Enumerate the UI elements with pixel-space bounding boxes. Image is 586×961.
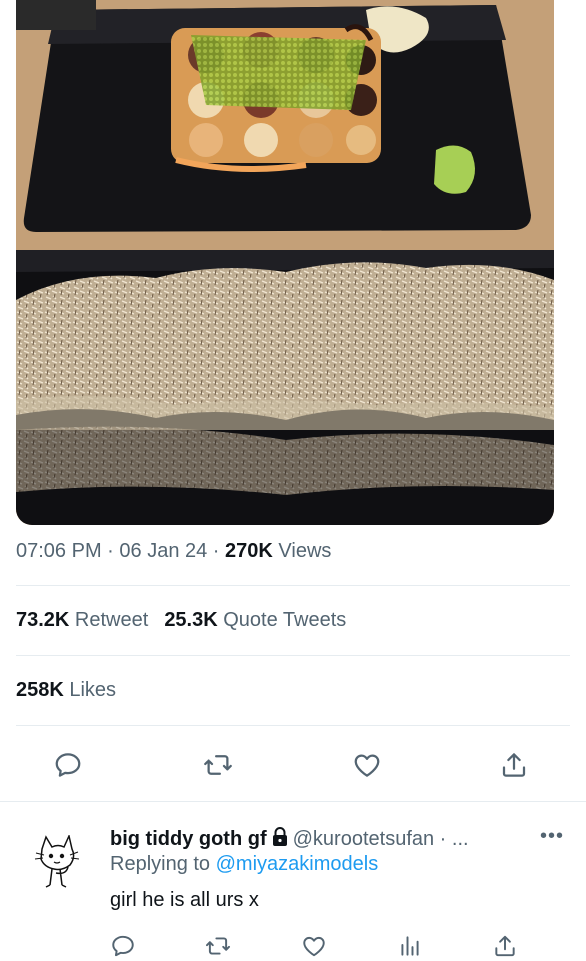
reply-action-bar — [0, 931, 586, 961]
reply-icon — [112, 935, 134, 957]
retweets-label: Retweet — [69, 609, 149, 631]
meta-separator: · — [207, 540, 226, 562]
handle-suffix: · ... — [434, 828, 469, 850]
reply-text: girl he is all urs x — [110, 889, 259, 911]
like-icon — [303, 936, 325, 957]
lock-icon — [271, 827, 289, 853]
quotes-label: Quote Tweets — [217, 609, 347, 631]
tweet-photo[interactable] — [16, 0, 554, 525]
tweet-action-bar — [0, 745, 586, 785]
like-button[interactable] — [299, 931, 329, 961]
retweet-icon — [204, 755, 232, 775]
retweet-stats[interactable]: 73.2K Retweet 25.3K Quote Tweets — [16, 609, 346, 632]
like-icon — [354, 754, 380, 777]
more-options-button[interactable]: ••• — [540, 825, 564, 848]
replying-to: Replying to @miyazakimodels — [110, 853, 378, 876]
retweet-button[interactable] — [198, 745, 238, 785]
share-icon — [495, 935, 515, 957]
likes-count: 258K — [16, 679, 64, 701]
share-button[interactable] — [494, 745, 534, 785]
reply-tweet[interactable]: big tiddy goth gf @kurootetsufan · ... ••… — [0, 803, 586, 960]
divider — [16, 725, 570, 726]
divider — [16, 655, 570, 656]
replying-prefix: Replying to — [110, 853, 216, 875]
retweets-count: 73.2K — [16, 609, 70, 631]
tweet-meta: 07:06 PM · 06 Jan 24 · 270K Views — [16, 540, 331, 563]
reply-button[interactable] — [48, 745, 88, 785]
views-button[interactable] — [395, 931, 425, 961]
divider — [16, 585, 570, 586]
quotes-count: 25.3K — [164, 609, 218, 631]
reply-button[interactable] — [108, 931, 138, 961]
retweet-icon — [205, 937, 231, 955]
replying-to-link[interactable]: @miyazakimodels — [216, 853, 379, 875]
cat-avatar-icon — [34, 833, 80, 888]
share-button[interactable] — [490, 931, 520, 961]
views-icon — [401, 936, 419, 956]
likes-label: Likes — [63, 679, 117, 701]
tweet-date: 06 Jan 24 — [119, 540, 208, 562]
reply-icon — [55, 753, 81, 777]
meta-separator: · — [101, 540, 120, 562]
reply-header: big tiddy goth gf @kurootetsufan · ... — [110, 827, 469, 853]
views-count: 270K — [225, 540, 273, 562]
sushi-photo — [16, 0, 554, 525]
share-icon — [502, 753, 526, 777]
tweet-time: 07:06 PM — [16, 540, 102, 562]
like-button[interactable] — [347, 745, 387, 785]
user-handle[interactable]: @kurootetsufan — [293, 828, 435, 850]
display-name[interactable]: big tiddy goth gf — [110, 828, 267, 850]
divider — [0, 801, 586, 802]
views-label: Views — [272, 540, 332, 562]
avatar[interactable] — [32, 833, 80, 891]
retweet-button[interactable] — [203, 931, 233, 961]
likes-stats[interactable]: 258K Likes — [16, 679, 116, 702]
